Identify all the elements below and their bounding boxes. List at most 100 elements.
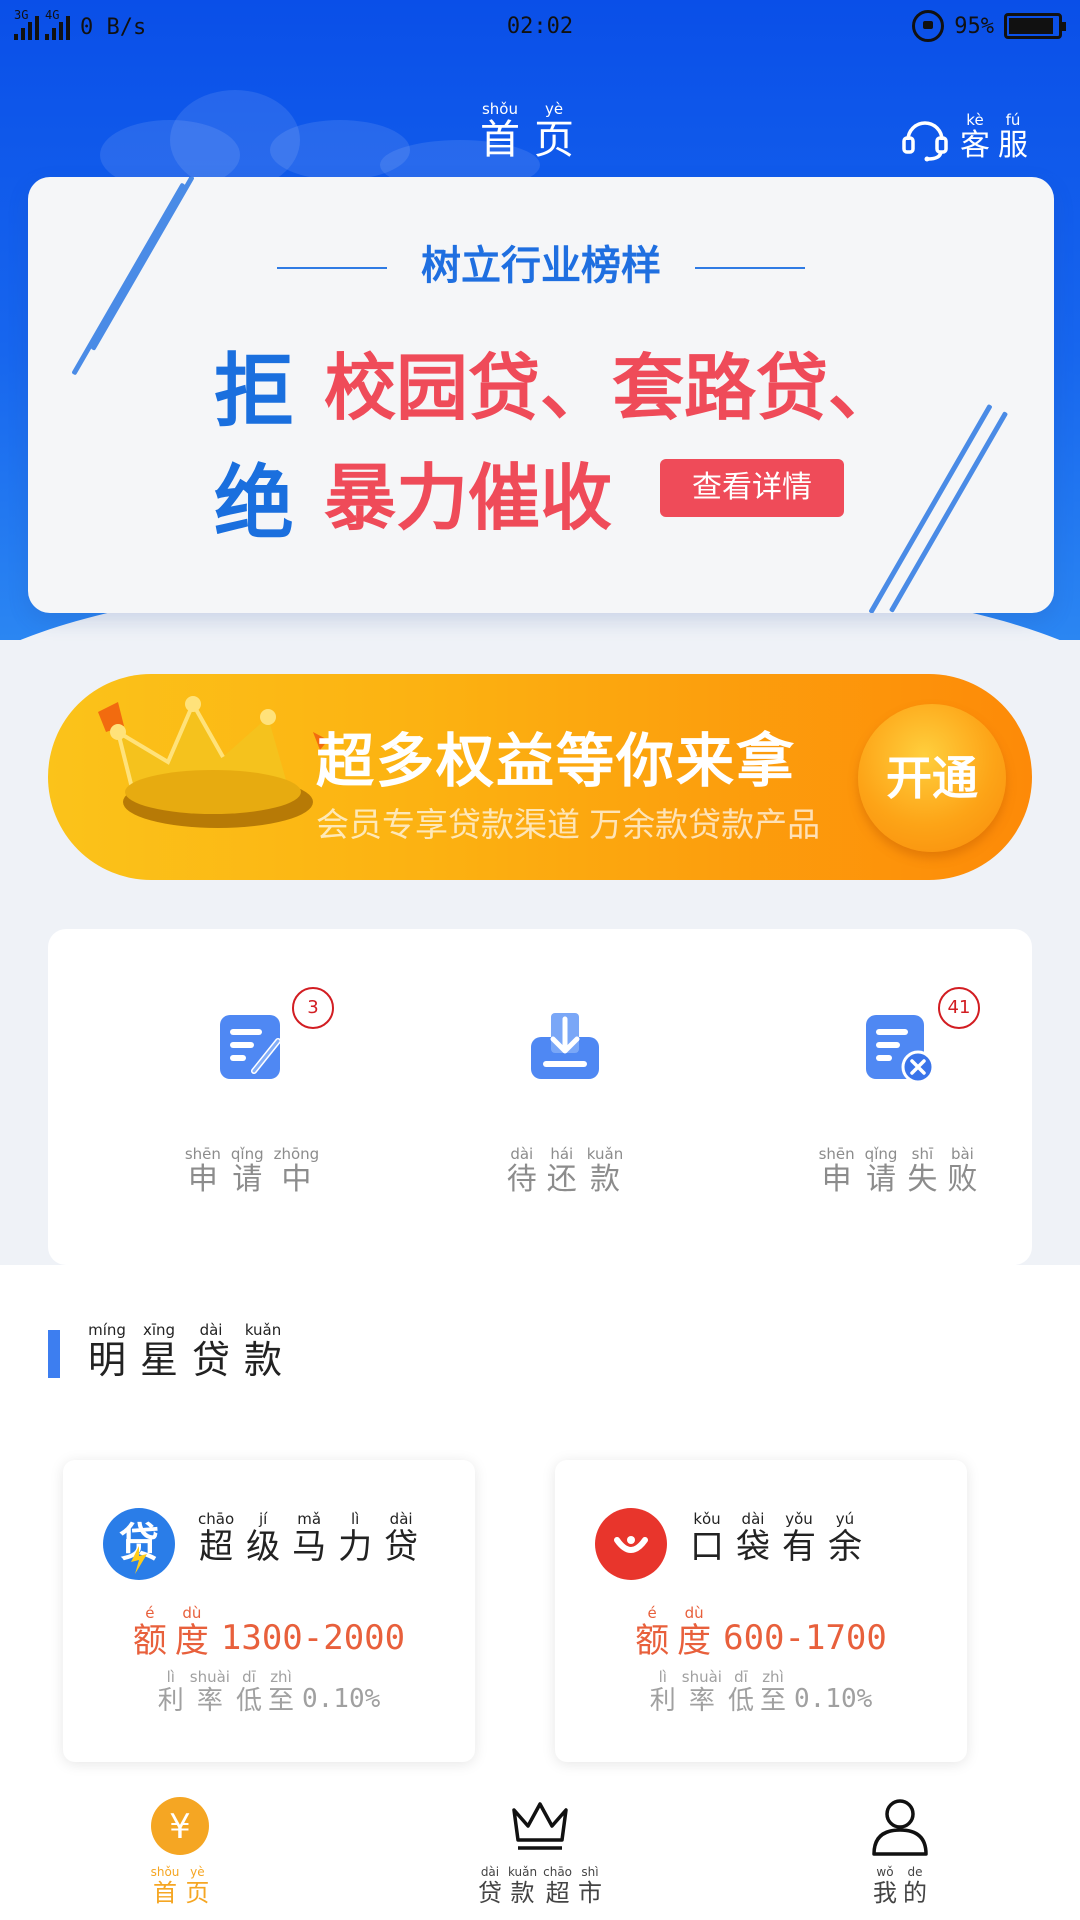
tab-label: shǒu 首 yè 页	[80, 1866, 280, 1905]
tab-loan-market[interactable]: dài 贷 kuǎn 款 chāo 超 shì 市	[440, 1796, 640, 1905]
pinyin: shuài	[681, 1668, 722, 1686]
hanzi: 款	[590, 1162, 620, 1197]
hanzi: 页	[185, 1879, 210, 1907]
pinyin: kè	[966, 111, 984, 129]
pinyin: shǒu	[150, 1865, 180, 1879]
product-rate: lì 利 shuài 率 dī 低 zhì 至 0.10%	[63, 1668, 475, 1716]
document-fail-icon: 41	[860, 987, 980, 1085]
status-label: shēn 申 qǐng 请 shī 失 bài 败	[798, 1147, 998, 1195]
hanzi: 服	[998, 128, 1028, 163]
product-card[interactable]: kǒu 口 dài 袋 yǒu 有 yú 余 é 额 dù 度 600-1700 lì 利 shuài 率…	[555, 1460, 967, 1762]
ruby-char: dù 度	[175, 1604, 209, 1659]
hanzi: 额	[132, 1621, 167, 1661]
edit-document-icon: 3	[214, 987, 334, 1085]
status-bar: 3G 4G 0 B/s 02:02 95%	[0, 0, 1080, 60]
ruby-char: chāo 超	[198, 1510, 235, 1565]
pocket-surplus-logo-icon	[595, 1508, 667, 1580]
pinyin: shēn	[818, 1145, 855, 1163]
pinyin: yè	[190, 1865, 205, 1879]
hanzi: 贷	[192, 1338, 231, 1382]
hanzi: 度	[677, 1621, 712, 1661]
pinyin: chāo	[198, 1510, 235, 1528]
pinyin: xīng	[142, 1321, 176, 1339]
pinyin: wǒ	[876, 1865, 894, 1879]
section-title: míng 明 xīng 星 dài 贷 kuǎn 款	[88, 1321, 282, 1382]
vip-title: 超多权益等你来拿	[316, 729, 797, 794]
hanzi: 至	[267, 1686, 294, 1716]
ruby-char: yú 余	[828, 1512, 862, 1565]
page-title: shǒu 首 yè 页	[480, 100, 574, 163]
status-applying[interactable]: 3 shēn 申 qǐng 请 zhōng 中	[152, 987, 352, 1195]
ruby-char: kuǎn 款	[508, 1866, 537, 1905]
tab-mine[interactable]: wǒ 我 de 的	[800, 1796, 1000, 1905]
pinyin: dù	[182, 1604, 202, 1622]
pinyin: shēn	[184, 1145, 221, 1163]
ruby-char: dù 度	[677, 1606, 712, 1661]
ruby-char: kǒu 口	[690, 1510, 724, 1565]
ruby-char: bài 败	[947, 1147, 977, 1195]
ruby-char: kuǎn 款	[244, 1323, 282, 1380]
hanzi: 力	[338, 1527, 373, 1567]
headset-icon	[902, 121, 948, 162]
activate-vip-button[interactable]: 开通	[858, 704, 1006, 852]
ruby-char: xīng 星	[140, 1321, 178, 1380]
tab-label: dài 贷 kuǎn 款 chāo 超 shì 市	[440, 1866, 640, 1905]
ruby-char: yè 页	[534, 102, 574, 161]
ruby-char: de 的	[903, 1866, 927, 1905]
pinyin: kǒu	[693, 1510, 721, 1528]
hanzi: 申	[821, 1162, 852, 1197]
tab-label: wǒ 我 de 的	[800, 1866, 1000, 1905]
anti-fraud-banner[interactable]: 树立行业榜样 拒 绝 校园贷、套路贷、 暴力催收 查看详情	[28, 177, 1054, 613]
pinyin: jí	[258, 1510, 268, 1528]
product-limit-value: 600-1700	[723, 1618, 887, 1658]
pinyin: dài	[510, 1145, 534, 1163]
pinyin: kuǎn	[586, 1145, 624, 1163]
pinyin: qǐng	[864, 1145, 898, 1163]
pinyin: fú	[1005, 111, 1021, 129]
product-card[interactable]: 贷 chāo 超 jí 级 mǎ 马 lì 力 dài 贷 é 额 dù 度 1300-2000 lì 利…	[63, 1460, 475, 1762]
banner-line-1: 校园贷、套路贷、	[324, 349, 901, 429]
pinyin: yǒu	[785, 1510, 813, 1528]
ruby-char: lì 利	[158, 1668, 184, 1715]
hanzi: 首	[153, 1879, 177, 1907]
product-name: chāo 超 jí 级 mǎ 马 lì 力 dài 贷	[198, 1510, 418, 1567]
pinyin: shǒu	[481, 100, 518, 118]
banner-refuse-char-2: 绝	[214, 456, 294, 550]
product-rate: lì 利 shuài 率 dī 低 zhì 至 0.10%	[555, 1668, 967, 1716]
hanzi: 率	[196, 1686, 223, 1716]
ruby-char: yè 页	[185, 1866, 209, 1905]
pinyin: dài	[389, 1510, 413, 1528]
ruby-char: dài 贷	[192, 1323, 231, 1382]
pinyin: de	[907, 1865, 923, 1879]
pinyin: lì	[350, 1510, 360, 1528]
status-label: shēn 申 qǐng 请 zhōng 中	[152, 1147, 352, 1195]
vip-banner[interactable]: 超多权益等你来拿 会员专享贷款渠道 万余款贷款产品 开通	[48, 674, 1032, 880]
hanzi: 请	[866, 1162, 897, 1197]
customer-service-button[interactable]: kè 客 fú 服	[900, 112, 1028, 162]
pinyin: shì	[581, 1865, 599, 1879]
pinyin: zhì	[762, 1668, 784, 1686]
tab-home[interactable]: ¥ shǒu 首 yè 页	[80, 1796, 280, 1905]
pinyin: zhì	[270, 1668, 292, 1686]
pinyin: dài	[741, 1510, 765, 1528]
pinyin: hái	[550, 1145, 574, 1163]
vip-subtitle: 会员专享贷款渠道 万余款贷款产品	[316, 806, 821, 843]
ruby-char: shǒu 首	[151, 1866, 180, 1905]
applying-count-badge: 3	[292, 987, 334, 1029]
ruby-char: zhōng 中	[274, 1147, 320, 1195]
user-icon	[872, 1799, 928, 1856]
pinyin: bài	[950, 1145, 974, 1163]
hanzi: 率	[688, 1686, 715, 1716]
view-details-button[interactable]: 查看详情	[660, 459, 844, 517]
pinyin: dī	[242, 1668, 256, 1686]
pinyin: lì	[166, 1668, 175, 1686]
ruby-char: mǎ 马	[292, 1512, 326, 1565]
status-pending-repayment[interactable]: dài 待 hái 还 kuǎn 款	[465, 1009, 665, 1195]
loan-status-card: 3 shēn 申 qǐng 请 zhōng 中 dài 待 hái 还 kuǎn 款 41	[48, 929, 1032, 1265]
section-marker	[48, 1330, 60, 1378]
svg-text:¥: ¥	[169, 1807, 191, 1847]
product-name: kǒu 口 dài 袋 yǒu 有 yú 余	[690, 1510, 862, 1565]
pinyin: dài	[480, 1865, 500, 1879]
hanzi: 首	[480, 117, 520, 163]
status-failed[interactable]: 41 shēn 申 qǐng 请 shī 失 bài 败	[798, 987, 998, 1195]
